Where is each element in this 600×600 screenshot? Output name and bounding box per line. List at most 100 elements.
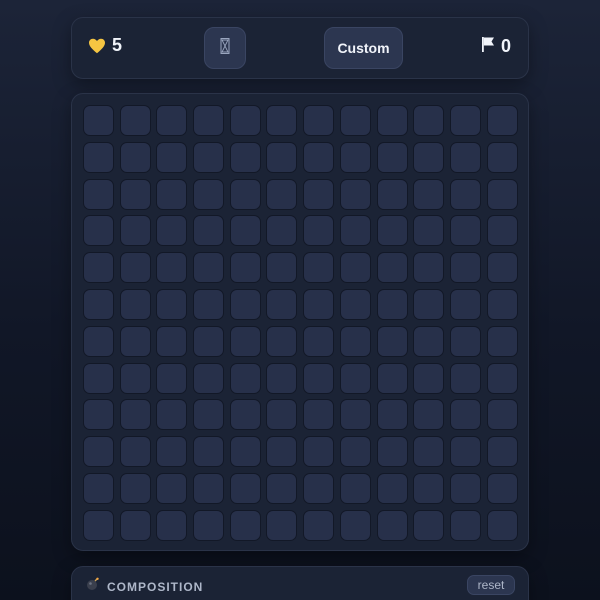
board-cell[interactable] (339, 399, 371, 431)
board-cell[interactable] (83, 141, 114, 173)
board-cell[interactable] (193, 178, 225, 210)
board-cell[interactable] (119, 399, 151, 431)
board-cell[interactable] (449, 178, 481, 210)
board-cell[interactable] (413, 362, 445, 394)
board-cell[interactable] (303, 288, 335, 320)
board-cell[interactable] (156, 215, 188, 247)
board-cell[interactable] (376, 436, 408, 468)
board-cell[interactable] (303, 399, 335, 431)
board-cell[interactable] (303, 105, 335, 136)
board-cell[interactable] (486, 252, 518, 284)
board-cell[interactable] (486, 399, 518, 431)
board-cell[interactable] (376, 215, 408, 247)
board-cell[interactable] (376, 252, 408, 284)
board-cell[interactable] (376, 288, 408, 320)
board-cell[interactable] (156, 141, 188, 173)
board-cell[interactable] (229, 362, 261, 394)
board-cell[interactable] (83, 252, 114, 284)
board-cell[interactable] (83, 178, 114, 210)
board-cell[interactable] (266, 105, 298, 136)
board-cell[interactable] (266, 362, 298, 394)
board-cell[interactable] (156, 436, 188, 468)
board-cell[interactable] (119, 105, 151, 136)
reset-button[interactable]: reset (467, 575, 515, 595)
board-cell[interactable] (156, 178, 188, 210)
board-cell[interactable] (266, 399, 298, 431)
board-cell[interactable] (303, 472, 335, 504)
board-cell[interactable] (339, 252, 371, 284)
board-cell[interactable] (83, 399, 114, 431)
board-cell[interactable] (486, 288, 518, 320)
board-cell[interactable] (486, 472, 518, 504)
board-cell[interactable] (413, 288, 445, 320)
board-cell[interactable] (413, 178, 445, 210)
board-cell[interactable] (449, 362, 481, 394)
board-cell[interactable] (119, 362, 151, 394)
board-cell[interactable] (449, 288, 481, 320)
board-cell[interactable] (156, 105, 188, 136)
custom-button[interactable]: Custom (324, 27, 403, 69)
board-cell[interactable] (339, 141, 371, 173)
board-cell[interactable] (449, 325, 481, 357)
board-cell[interactable] (119, 436, 151, 468)
board-cell[interactable] (266, 178, 298, 210)
board-cell[interactable] (376, 399, 408, 431)
board-cell[interactable] (119, 288, 151, 320)
board-cell[interactable] (486, 362, 518, 394)
board-cell[interactable] (229, 215, 261, 247)
board-cell[interactable] (83, 325, 114, 357)
board-cell[interactable] (266, 509, 298, 541)
board-cell[interactable] (156, 472, 188, 504)
board-cell[interactable] (193, 509, 225, 541)
board-cell[interactable] (486, 325, 518, 357)
board-cell[interactable] (119, 472, 151, 504)
board-cell[interactable] (193, 141, 225, 173)
board-cell[interactable] (156, 288, 188, 320)
board-cell[interactable] (193, 362, 225, 394)
board-cell[interactable] (449, 509, 481, 541)
board-cell[interactable] (413, 215, 445, 247)
board-cell[interactable] (376, 141, 408, 173)
timer-button[interactable] (204, 27, 246, 69)
board-cell[interactable] (303, 509, 335, 541)
board-cell[interactable] (413, 105, 445, 136)
board-cell[interactable] (413, 399, 445, 431)
board-cell[interactable] (449, 436, 481, 468)
board-cell[interactable] (376, 178, 408, 210)
board-cell[interactable] (229, 252, 261, 284)
board-cell[interactable] (119, 509, 151, 541)
board-cell[interactable] (486, 436, 518, 468)
board-cell[interactable] (266, 252, 298, 284)
board-cell[interactable] (83, 105, 114, 136)
board-cell[interactable] (449, 399, 481, 431)
board-cell[interactable] (486, 509, 518, 541)
board-cell[interactable] (376, 362, 408, 394)
board-cell[interactable] (119, 178, 151, 210)
board-cell[interactable] (339, 325, 371, 357)
board-cell[interactable] (486, 141, 518, 173)
board-cell[interactable] (83, 436, 114, 468)
board-cell[interactable] (303, 362, 335, 394)
board-cell[interactable] (303, 141, 335, 173)
board-cell[interactable] (413, 141, 445, 173)
board-cell[interactable] (339, 288, 371, 320)
board-cell[interactable] (193, 399, 225, 431)
board-cell[interactable] (266, 288, 298, 320)
board-cell[interactable] (193, 215, 225, 247)
board-cell[interactable] (303, 436, 335, 468)
board-cell[interactable] (266, 472, 298, 504)
board-cell[interactable] (449, 472, 481, 504)
board-cell[interactable] (413, 252, 445, 284)
board-cell[interactable] (376, 105, 408, 136)
board-cell[interactable] (156, 252, 188, 284)
board-cell[interactable] (119, 325, 151, 357)
board-cell[interactable] (229, 509, 261, 541)
board-cell[interactable] (119, 252, 151, 284)
board-cell[interactable] (156, 399, 188, 431)
board-cell[interactable] (449, 252, 481, 284)
board-cell[interactable] (156, 362, 188, 394)
board-cell[interactable] (376, 325, 408, 357)
board-cell[interactable] (119, 141, 151, 173)
board-cell[interactable] (266, 325, 298, 357)
board-cell[interactable] (229, 399, 261, 431)
